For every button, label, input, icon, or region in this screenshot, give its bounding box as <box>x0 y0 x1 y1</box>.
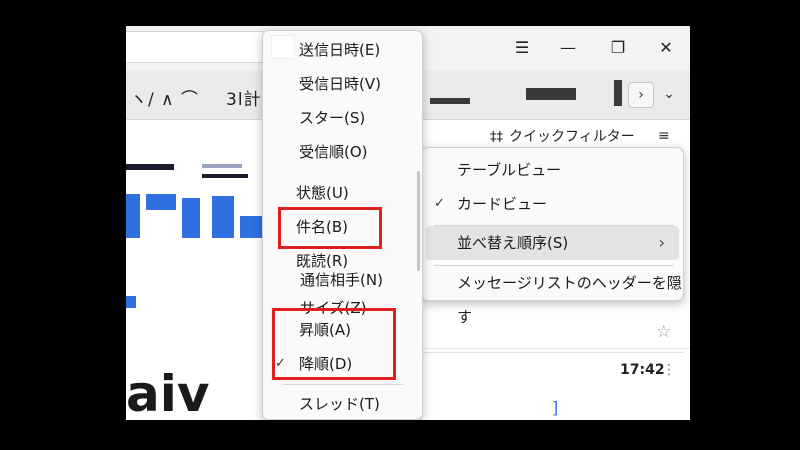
menu-item-label: 送信日時(E) <box>299 41 381 59</box>
redacted-block <box>126 164 174 170</box>
redacted-block <box>240 216 262 238</box>
hamburger-icon[interactable]: ☰ <box>508 34 536 62</box>
minimize-icon[interactable]: — <box>554 34 582 62</box>
menu-item-hide-list-header[interactable]: メッセージリストのヘッダーを隠す <box>422 266 683 326</box>
search-field[interactable] <box>126 31 266 63</box>
chevron-down-icon[interactable]: ⌄ <box>656 82 682 108</box>
redacted-block <box>202 164 242 168</box>
sort-item-received-order[interactable]: 受信順(O) <box>263 135 422 169</box>
preview-fragment: aiv <box>126 365 210 420</box>
redacted-block <box>182 198 200 238</box>
redacted-block <box>526 88 576 100</box>
menu-item-label: スター(S) <box>299 109 366 127</box>
menu-item-card-view[interactable]: ✓ カードビュー <box>422 187 683 221</box>
menu-item-label: スレッド(T) <box>299 395 380 413</box>
menu-item-label: 受信日時(V) <box>299 75 381 93</box>
menu-item-label: カードビュー <box>457 195 548 213</box>
menu-item-label: 受信順(O) <box>299 143 368 161</box>
menu-item-sort-order[interactable]: 並べ替え順序(S) › <box>426 226 679 260</box>
divider <box>420 348 690 349</box>
check-icon: ✓ <box>434 196 445 211</box>
close-icon[interactable]: ✕ <box>652 34 680 62</box>
toolbar-fragment-mid: 3l計 <box>226 90 262 110</box>
more-vertical-icon[interactable]: ⋮ <box>662 362 676 378</box>
redacted-block <box>430 98 470 104</box>
menu-item-table-view[interactable]: テーブルビュー <box>422 153 683 187</box>
restore-icon[interactable]: ❐ <box>604 34 632 62</box>
chevron-right-icon: › <box>658 233 665 252</box>
sort-item-sent-date[interactable]: 送信日時(E) <box>263 33 422 67</box>
redacted-block <box>614 80 622 106</box>
list-options-icon[interactable]: ≡ <box>658 128 670 144</box>
menu-separator <box>283 384 403 385</box>
redacted-block <box>202 174 248 178</box>
menu-item-label: 状態(U) <box>296 184 349 202</box>
redacted-block <box>126 194 140 238</box>
menu-item-label: メッセージリストのヘッダーを隠す <box>457 274 682 326</box>
redacted-block <box>146 194 176 210</box>
link-fragment[interactable]: ] <box>552 398 558 417</box>
menu-item-label: 並べ替え順序(S) <box>457 234 569 252</box>
toolbar-fragment-left: ヽ/ ∧ ⌒ <box>130 90 199 110</box>
redacted-block <box>126 296 136 308</box>
menu-scrollbar[interactable] <box>417 171 420 271</box>
filter-sliders-icon: ‡‡ <box>490 130 503 145</box>
sort-item-thread[interactable]: スレッド(T) <box>263 387 422 419</box>
highlight-box-order <box>272 308 396 380</box>
sort-item-received-date[interactable]: 受信日時(V) <box>263 67 422 101</box>
list-header-context-menu: テーブルビュー ✓ カードビュー 並べ替え順序(S) › メッセージリストのヘッ… <box>421 147 684 326</box>
message-time: 17:42 <box>620 362 665 378</box>
quick-filter-button[interactable]: ‡‡ クイックフィルター <box>490 126 635 146</box>
menu-item-label: テーブルビュー <box>457 161 562 179</box>
highlight-box-subject <box>278 207 382 249</box>
redacted-block <box>212 196 234 238</box>
sort-item-status[interactable]: 状態(U) <box>263 176 422 210</box>
quick-filter-label: クイックフィルター <box>509 129 635 145</box>
sort-item-star[interactable]: スター(S) <box>263 101 422 135</box>
chevron-right-icon[interactable]: › <box>628 82 654 108</box>
